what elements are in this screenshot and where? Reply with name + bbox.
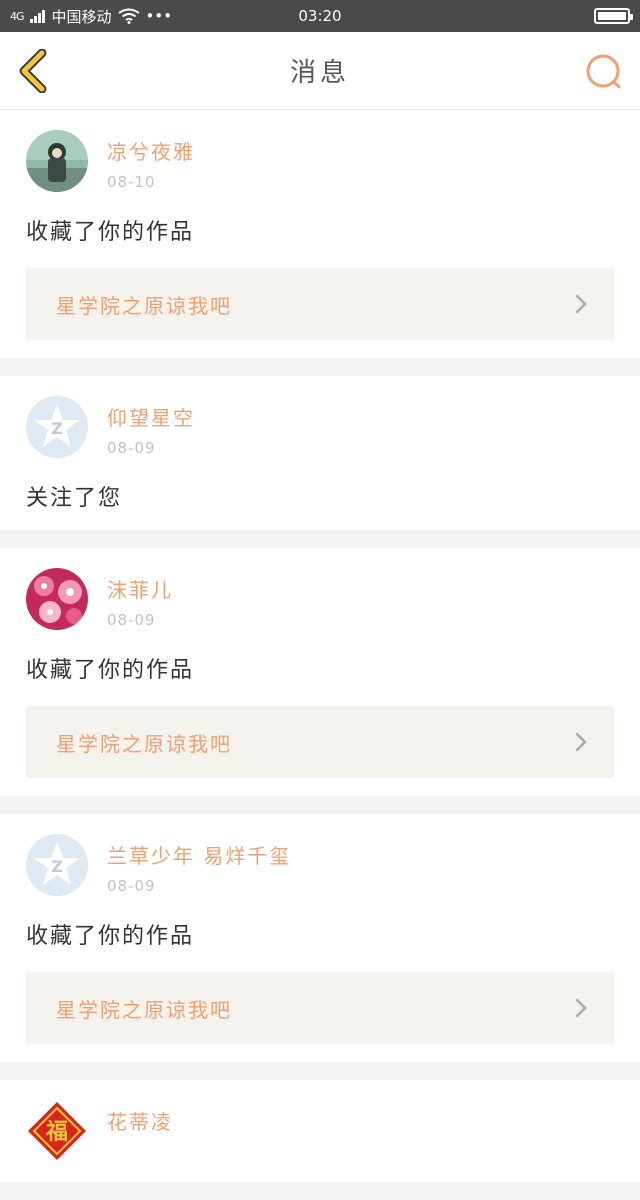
default-avatar-icon: Z <box>26 834 88 896</box>
svg-text:福: 福 <box>45 1120 68 1145</box>
svg-text:Z: Z <box>51 419 63 438</box>
message-card[interactable]: 凉兮夜雅 08-10 收藏了你的作品 星学院之原谅我吧 <box>0 110 640 358</box>
message-card[interactable]: Z 兰草少年 易烊千玺 08-09 收藏了你的作品 星学院之原谅我吧 <box>0 814 640 1062</box>
battery-level <box>598 12 626 20</box>
avatar[interactable]: Z <box>26 396 88 458</box>
avatar-fu-icon: 福 <box>28 1102 86 1160</box>
username[interactable]: 花蒂凌 <box>107 1106 173 1135</box>
wifi-icon <box>117 8 140 24</box>
work-link[interactable]: 星学院之原谅我吧 <box>26 972 614 1044</box>
username[interactable]: 仰望星空 <box>107 402 195 431</box>
message-list: 凉兮夜雅 08-10 收藏了你的作品 星学院之原谅我吧 Z 仰望星空 08-09… <box>0 110 640 1200</box>
page-title: 消息 <box>289 58 350 88</box>
chevron-right-icon <box>575 294 587 314</box>
user-meta: 兰草少年 易烊千玺 08-09 <box>107 834 291 895</box>
carrier-name: 中国移动 <box>51 7 112 26</box>
header: 消息 <box>0 32 640 110</box>
status-left: 4G 中国移动 ••• <box>10 6 172 27</box>
more-dots: ••• <box>145 7 173 25</box>
avatar[interactable]: 福 <box>26 1100 88 1162</box>
message-date: 08-09 <box>107 439 156 457</box>
user-meta: 凉兮夜雅 08-10 <box>107 130 195 191</box>
message-text: 收藏了你的作品 <box>26 924 195 949</box>
search-icon <box>586 54 621 89</box>
card-header: Z 仰望星空 08-09 <box>26 396 614 460</box>
card-header: 凉兮夜雅 08-10 <box>26 130 614 194</box>
default-avatar-icon: Z <box>26 396 88 458</box>
avatar[interactable] <box>26 568 88 630</box>
work-title: 星学院之原谅我吧 <box>56 997 232 1022</box>
message-card[interactable]: Z 仰望星空 08-09 关注了您 <box>0 376 640 530</box>
message-text: 收藏了你的作品 <box>26 658 195 683</box>
avatar-photo <box>26 568 88 630</box>
card-header: 福 花蒂凌 <box>26 1100 614 1164</box>
user-meta: 仰望星空 08-09 <box>107 396 195 457</box>
chevron-right-icon <box>575 998 587 1018</box>
user-meta: 花蒂凌 <box>107 1100 173 1143</box>
work-title: 星学院之原谅我吧 <box>56 293 232 318</box>
work-link[interactable]: 星学院之原谅我吧 <box>26 706 614 778</box>
back-button[interactable] <box>14 48 54 94</box>
card-header: 沫菲儿 08-09 <box>26 568 614 632</box>
card-header: Z 兰草少年 易烊千玺 08-09 <box>26 834 614 898</box>
work-link[interactable]: 星学院之原谅我吧 <box>26 268 614 340</box>
signal-icon <box>29 10 45 23</box>
battery-icon <box>594 8 633 24</box>
message-date: 08-09 <box>107 611 156 629</box>
avatar[interactable] <box>26 130 88 192</box>
username[interactable]: 兰草少年 易烊千玺 <box>107 840 291 869</box>
message-card[interactable]: 福 花蒂凌 <box>0 1080 640 1182</box>
message-date: 08-09 <box>107 877 156 895</box>
message-text: 收藏了你的作品 <box>26 220 195 245</box>
message-text: 关注了您 <box>26 486 123 511</box>
chevron-left-icon <box>19 48 47 94</box>
search-button[interactable] <box>584 52 624 92</box>
message-card[interactable]: 沫菲儿 08-09 收藏了你的作品 星学院之原谅我吧 <box>0 548 640 796</box>
username[interactable]: 凉兮夜雅 <box>107 136 195 165</box>
message-date: 08-10 <box>107 173 156 191</box>
network-type: 4G <box>10 9 24 23</box>
username[interactable]: 沫菲儿 <box>107 574 173 603</box>
work-title: 星学院之原谅我吧 <box>56 731 232 756</box>
user-meta: 沫菲儿 08-09 <box>107 568 173 629</box>
svg-text:Z: Z <box>51 857 63 876</box>
chevron-right-icon <box>575 732 587 752</box>
status-bar: 4G 中国移动 ••• 03:20 <box>0 0 640 32</box>
avatar[interactable]: Z <box>26 834 88 896</box>
avatar-photo <box>26 130 88 192</box>
